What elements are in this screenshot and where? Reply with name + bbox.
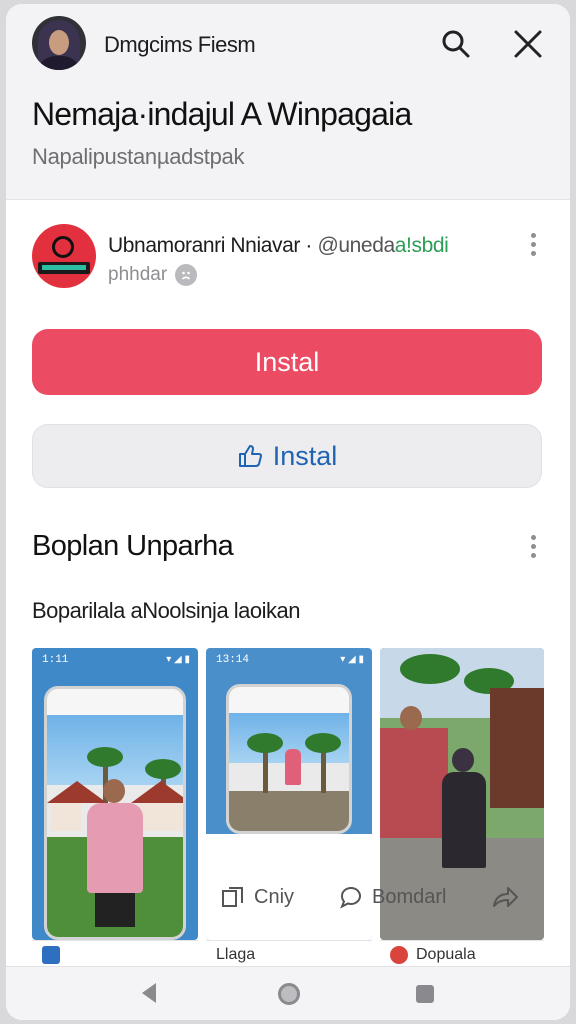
phone-mockup	[226, 684, 352, 834]
avatar-face	[49, 30, 69, 55]
house-roof	[131, 781, 183, 803]
page-subtitle: Napalipustanµadstpak	[32, 144, 245, 169]
section-title: Boplan Unparha	[32, 530, 234, 562]
person-figure	[285, 749, 301, 785]
scene-ground	[229, 791, 349, 831]
phone-app-bar	[229, 687, 349, 713]
house	[139, 801, 183, 831]
card-3-icon	[390, 945, 408, 964]
install-secondary-label: Instal	[272, 440, 338, 471]
section-description: Boparilala aNoolsinja laoikan	[32, 598, 301, 623]
palm-leaves	[145, 759, 181, 779]
app-logo[interactable]	[32, 224, 96, 288]
person-body	[442, 772, 486, 868]
palm-leaves	[305, 733, 341, 753]
person-head	[103, 779, 125, 803]
person-legs	[95, 893, 135, 927]
comment-action[interactable]: Bomdarl	[338, 884, 446, 910]
home-icon[interactable]	[278, 983, 300, 1005]
app-handle-accent[interactable]: a!sbdi	[395, 234, 449, 257]
card-3-label: Dopuala	[416, 945, 476, 963]
app-separator: ·	[305, 234, 313, 257]
share-icon	[493, 887, 518, 907]
phone-app-bar	[47, 689, 183, 715]
card-1[interactable]	[32, 940, 198, 968]
more-vertical-icon[interactable]	[521, 224, 545, 264]
comment-label: Bomdarl	[372, 885, 447, 908]
card-1-icon	[42, 945, 60, 964]
person-head	[400, 706, 422, 730]
page-title: Nemaja·indajul A Winpagaia	[32, 96, 412, 132]
share-action[interactable]	[490, 884, 520, 910]
avatar[interactable]	[32, 16, 86, 70]
card-3[interactable]: Dopuala	[380, 940, 544, 968]
app-handle[interactable]: @unedа	[317, 234, 395, 257]
copy-icon	[222, 887, 243, 907]
palm-leaves	[87, 747, 123, 767]
status-icons: ▾ ◢ ▮	[166, 654, 190, 665]
app-screen: Dmgcims Fiesm Nemaja·indajul A Winpagaia…	[6, 4, 570, 1020]
search-icon	[442, 30, 470, 58]
house	[51, 801, 81, 831]
app-logo-ring	[52, 236, 74, 258]
sad-face-icon	[175, 264, 198, 286]
app-meta-text: phhdar	[108, 264, 168, 285]
app-meta: phhdar	[108, 264, 198, 286]
app-logo-stripe	[42, 265, 86, 270]
close-button[interactable]	[508, 24, 548, 64]
back-icon[interactable]	[142, 983, 156, 1003]
card-2-label: Llaga	[216, 945, 256, 963]
status-time: 13:14	[216, 654, 250, 666]
palm-leaves	[400, 654, 460, 684]
status-time: 1:11	[42, 654, 69, 666]
recents-icon[interactable]	[416, 985, 434, 1003]
account-name: Dmgcims Fiesm	[104, 32, 256, 57]
install-button[interactable]: Instal	[32, 329, 542, 395]
person-shirt	[87, 803, 143, 893]
house-roof	[47, 781, 107, 803]
palm-leaves	[247, 733, 283, 753]
app-name: Ubnamoranri Nniavar	[108, 234, 300, 257]
person-head	[452, 748, 474, 772]
copy-action[interactable]: Cniy	[220, 884, 294, 910]
building	[490, 688, 544, 808]
search-button[interactable]	[436, 24, 476, 64]
phone-mockup	[44, 686, 186, 940]
screenshot-1[interactable]: 1:11 ▾ ◢ ▮	[32, 648, 198, 940]
thumbs-up-icon	[238, 445, 262, 467]
app-title-line: Ubnamoranri Nniavar · @unedаa!sbdi	[108, 234, 449, 258]
install-secondary-button[interactable]: Instal	[32, 424, 542, 488]
stall-banner	[380, 728, 448, 848]
copy-label: Cniy	[254, 885, 295, 908]
top-bar: Dmgcims Fiesm Nemaja·indajul A Winpagaia…	[6, 4, 570, 200]
card-2[interactable]: Llaga	[206, 940, 372, 968]
status-icons: ▾ ◢ ▮	[340, 654, 364, 665]
system-nav-bar	[6, 966, 570, 1020]
comment-icon	[340, 886, 361, 909]
close-icon	[514, 30, 542, 58]
section-more-icon[interactable]	[521, 526, 545, 566]
